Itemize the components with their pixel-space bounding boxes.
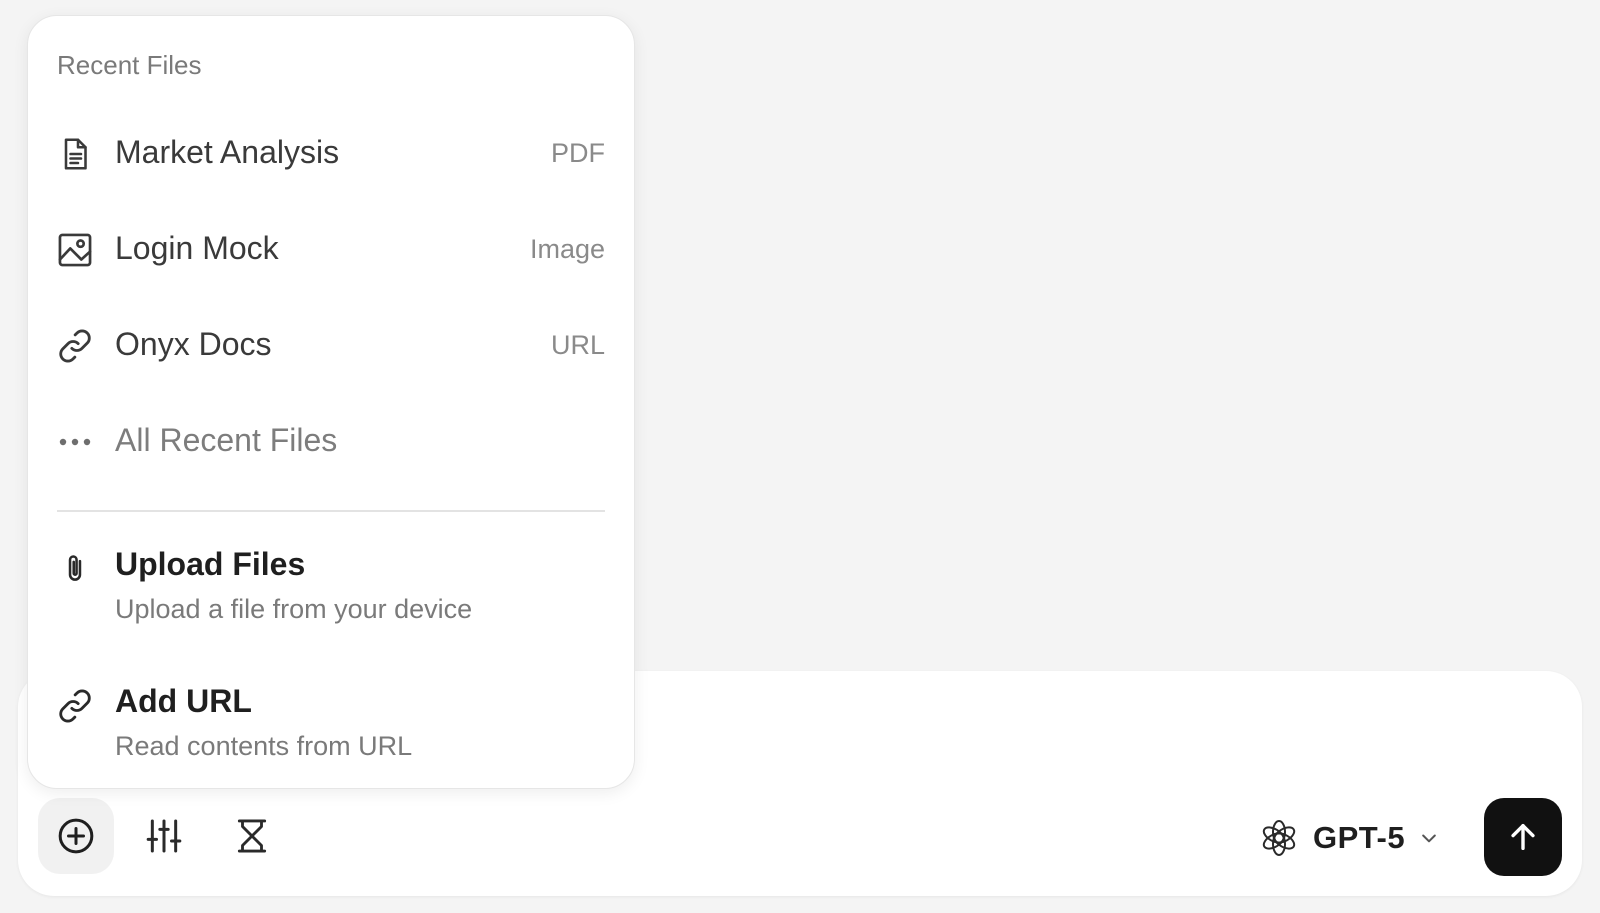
recent-file-name: Login Mock	[115, 230, 279, 266]
upload-files-description: Upload a file from your device	[115, 594, 473, 624]
paperclip-icon	[68, 555, 82, 581]
add-url-description: Read contents from URL	[115, 731, 413, 761]
recent-file-login-mock[interactable]: Login Mock Image	[28, 204, 634, 294]
recent-file-kind: URL	[550, 330, 605, 360]
hourglass-icon	[237, 819, 267, 853]
all-recent-files-label: All Recent Files	[115, 422, 338, 458]
send-button[interactable]	[1484, 798, 1562, 876]
more-horizontal-icon	[59, 438, 91, 446]
plus-circle-icon	[58, 818, 94, 854]
model-label: GPT-5	[1313, 820, 1406, 855]
openai-logo-icon	[1262, 820, 1296, 856]
all-recent-files-item[interactable]: All Recent Files	[28, 396, 634, 486]
document-icon	[64, 138, 87, 170]
link-icon	[59, 689, 91, 723]
attachment-menu: Recent Files Market Analysis PDF Login M…	[27, 15, 635, 789]
add-url-title: Add URL	[115, 683, 252, 719]
image-icon	[58, 233, 92, 267]
upload-files-button[interactable]: Upload Files Upload a file from your dev…	[28, 528, 634, 638]
sliders-icon	[146, 819, 182, 853]
recent-file-kind: PDF	[551, 138, 605, 168]
timer-button[interactable]	[214, 798, 290, 874]
recent-file-kind: Image	[529, 234, 605, 264]
add-attachment-button[interactable]	[38, 798, 114, 874]
recent-file-name: Market Analysis	[115, 134, 340, 170]
upload-files-title: Upload Files	[115, 546, 306, 582]
recent-file-name: Onyx Docs	[115, 326, 272, 362]
recent-file-onyx-docs[interactable]: Onyx Docs URL	[28, 300, 634, 390]
chevron-down-icon	[1422, 834, 1436, 843]
settings-sliders-button[interactable]	[126, 798, 202, 874]
app-stage: GPT-5 Recent Files Market Analysis PDF L…	[0, 0, 1600, 913]
add-url-button[interactable]: Add URL Read contents from URL	[28, 665, 634, 775]
link-icon	[59, 329, 91, 363]
recent-files-heading: Recent Files	[57, 50, 202, 80]
recent-file-market-analysis[interactable]: Market Analysis PDF	[28, 108, 634, 198]
arrow-up-icon	[1511, 823, 1535, 851]
model-selector[interactable]: GPT-5	[1259, 812, 1439, 864]
menu-divider	[57, 510, 605, 512]
